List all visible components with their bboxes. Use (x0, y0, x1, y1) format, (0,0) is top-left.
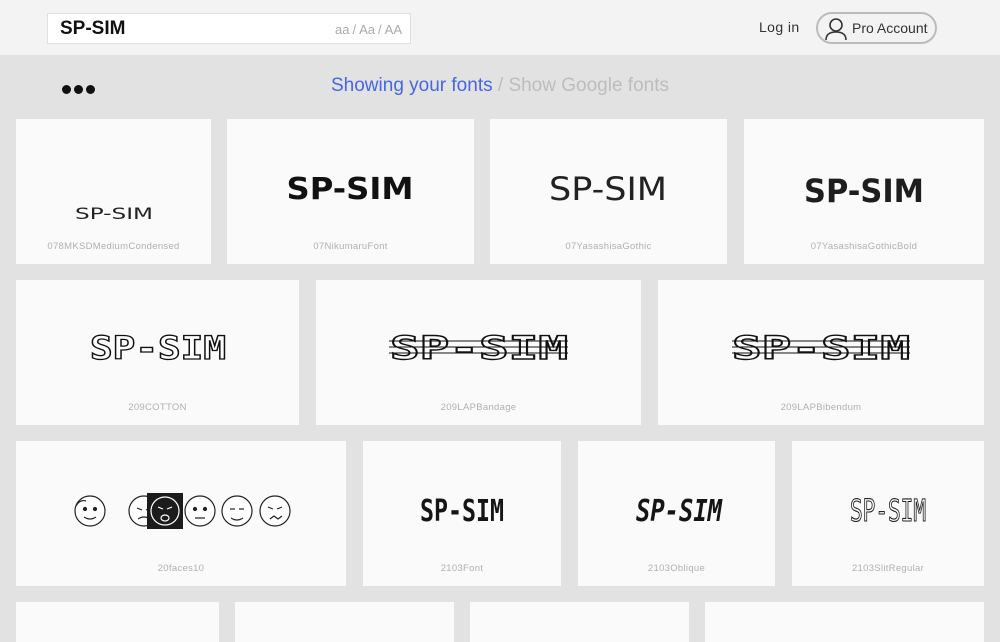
search-box: aa/Aa/AA (47, 13, 411, 44)
font-preview-text: SP-SIM (636, 494, 723, 529)
font-card[interactable]: SP-SIM 07YasashisaGothicBold (744, 119, 984, 264)
font-card[interactable]: SP-SIM 2103SlitRegular (792, 441, 984, 586)
case-title-option[interactable]: Aa (359, 22, 375, 37)
font-name: 07YasashisaGothic (565, 241, 652, 252)
font-card[interactable] (16, 602, 219, 642)
font-name: 078MKSDMediumCondensed (47, 241, 180, 252)
pro-account-button[interactable]: Pro Account (816, 12, 937, 44)
font-preview-text: SP-SIM (850, 494, 926, 529)
face-glyph-6 (259, 495, 291, 527)
font-card[interactable]: SP-SIM 078MKSDMediumCondensed (16, 119, 211, 264)
font-name: 2103Font (440, 563, 484, 574)
case-lower-option[interactable]: aa (335, 22, 349, 37)
font-name: 20faces10 (157, 563, 205, 574)
font-preview-text: SP-SIM (549, 170, 667, 208)
font-card[interactable]: SP-SIM 209LAPBibendum (658, 280, 984, 425)
font-source-toggle: Showing your fonts / Show Google fonts (0, 75, 1000, 97)
pro-account-label: Pro Account (852, 20, 928, 36)
face-glyph-4 (184, 495, 216, 527)
font-name: 209LAPBibendum (780, 402, 862, 413)
face-glyph-1 (74, 495, 106, 527)
face-glyph-3 (150, 496, 180, 526)
font-preview-text: SP-SIM (90, 329, 226, 367)
google-fonts-option[interactable]: Show Google fonts (508, 75, 669, 96)
font-card[interactable]: 20faces10 (16, 441, 346, 586)
font-preview-text: SP-SIM (804, 172, 924, 210)
your-fonts-option[interactable]: Showing your fonts (331, 75, 493, 96)
case-upper-option[interactable]: AA (385, 22, 402, 37)
login-link[interactable]: Log in (759, 19, 800, 35)
font-card[interactable] (235, 602, 454, 642)
font-card[interactable]: SP-SIM 07YasashisaGothic (490, 119, 727, 264)
font-card[interactable]: SP-SIM 209COTTON (16, 280, 299, 425)
font-card[interactable]: SP-SIM 2103Oblique (578, 441, 775, 586)
font-preview-text: SP-SIM (732, 329, 910, 367)
font-card[interactable]: SP-SIM 07NikumaruFont (227, 119, 474, 264)
font-preview-text: SP-SIM (287, 172, 414, 207)
font-card[interactable]: SP-SIM 2103Font (363, 441, 561, 586)
font-card[interactable]: SP-SIM 209LAPBandage (316, 280, 641, 425)
font-card[interactable] (705, 602, 984, 642)
font-preview-text: SP-SIM (390, 329, 568, 367)
font-card[interactable] (470, 602, 689, 642)
user-icon (825, 18, 847, 41)
font-name: 2103Oblique (647, 563, 706, 574)
case-separator: / (352, 22, 357, 37)
source-separator: / (497, 75, 504, 96)
font-name: 07YasashisaGothicBold (810, 241, 918, 252)
font-name: 209COTTON (128, 402, 187, 413)
top-bar: aa/Aa/AA Log in Pro Account (0, 0, 1000, 55)
sample-text-input[interactable] (60, 17, 320, 41)
case-separator: / (378, 22, 382, 37)
font-preview-text: SP-SIM (75, 204, 153, 222)
font-name: 2103SlitRegular (851, 563, 925, 574)
font-name: 209LAPBandage (440, 402, 517, 413)
face-glyph-5 (221, 495, 253, 527)
face-glyphs (74, 493, 291, 529)
font-name: 07NikumaruFont (313, 241, 388, 252)
case-toggle: aa / Aa / AA (335, 22, 402, 37)
font-preview-text: SP-SIM (420, 494, 504, 529)
